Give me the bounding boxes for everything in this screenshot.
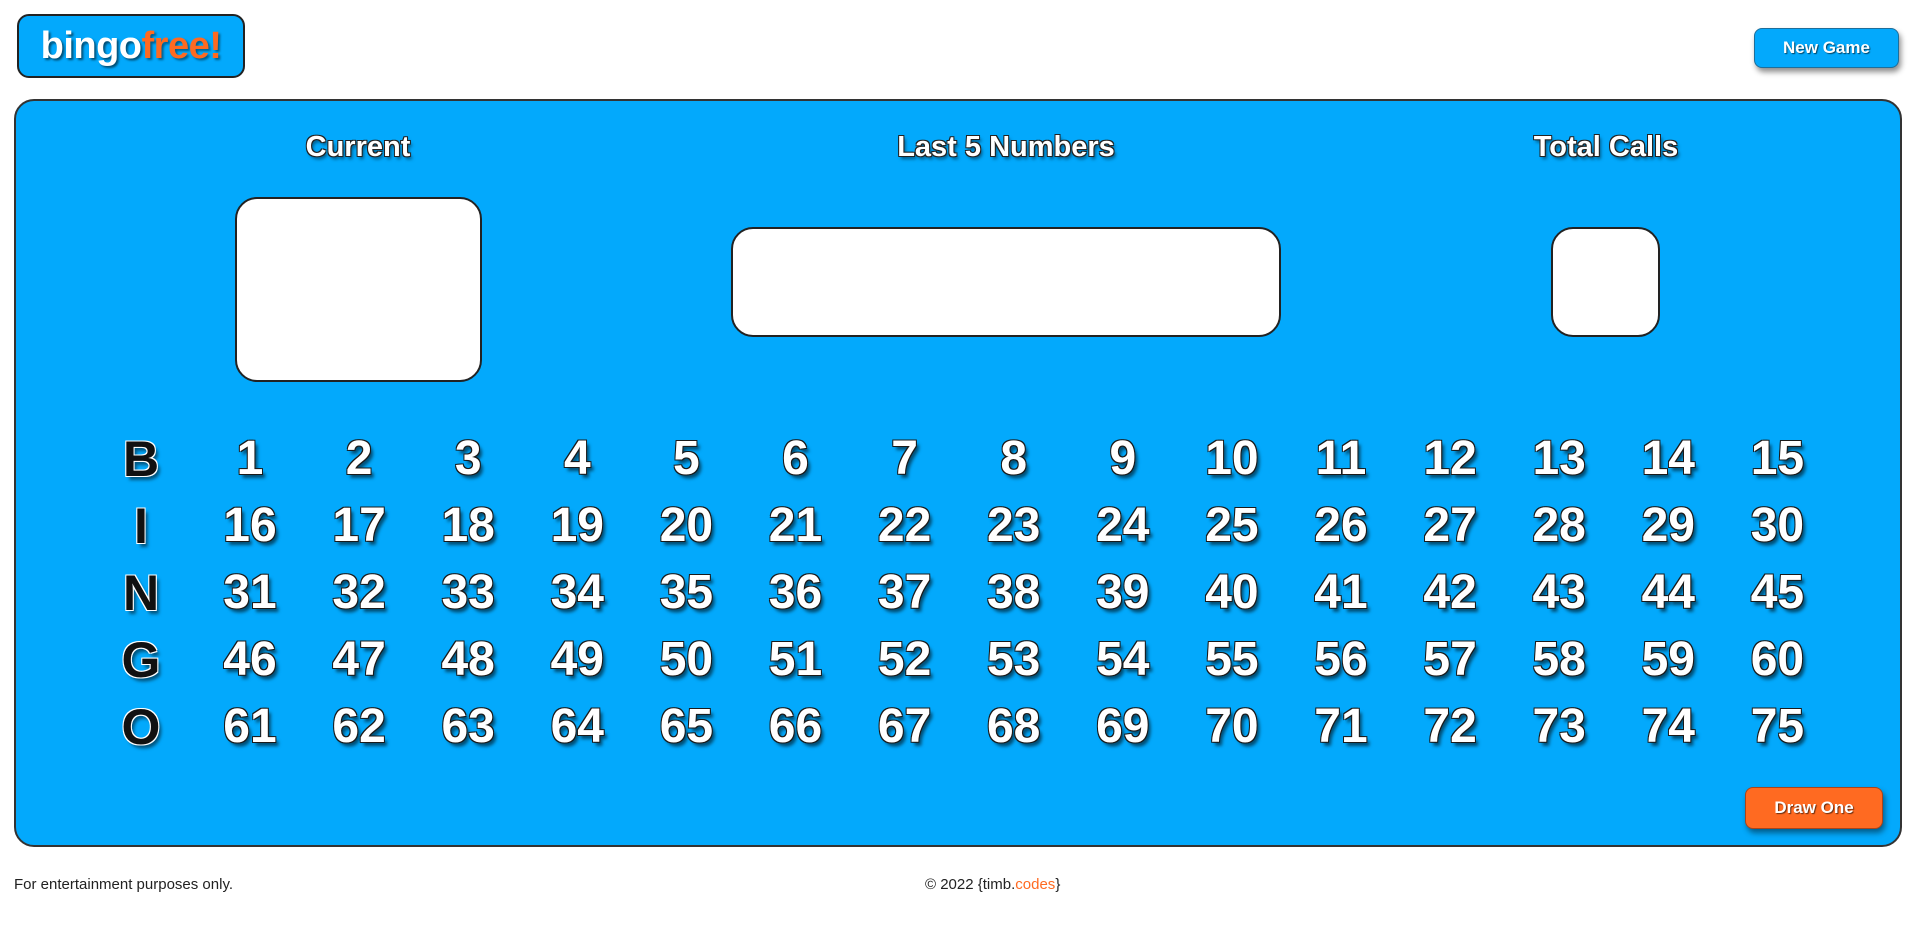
- number-cell[interactable]: 41: [1286, 569, 1396, 617]
- number-cell[interactable]: 36: [741, 569, 851, 617]
- number-cell[interactable]: 8: [959, 435, 1069, 483]
- row-letter-i: I: [134, 498, 148, 554]
- number-cell[interactable]: 6: [741, 435, 851, 483]
- number-cell[interactable]: 5: [631, 435, 741, 483]
- number-cell[interactable]: 25: [1177, 502, 1287, 550]
- number-cell[interactable]: 72: [1395, 703, 1505, 751]
- number-cell[interactable]: 64: [522, 703, 632, 751]
- number-cell[interactable]: 50: [631, 636, 741, 684]
- disclaimer-text: For entertainment purposes only.: [14, 876, 234, 893]
- number-cell[interactable]: 71: [1286, 703, 1396, 751]
- page: bingo free! New Game Current Last 5 Numbe…: [0, 0, 1917, 926]
- row-letter-n: N: [122, 565, 160, 621]
- number-cell[interactable]: 22: [850, 502, 960, 550]
- number-cell[interactable]: 17: [304, 502, 414, 550]
- number-cell[interactable]: 14: [1613, 435, 1723, 483]
- current-number-display: [235, 197, 482, 382]
- number-cell[interactable]: 67: [850, 703, 960, 751]
- number-cell[interactable]: 40: [1177, 569, 1287, 617]
- number-cell[interactable]: 20: [631, 502, 741, 550]
- number-cell[interactable]: 15: [1722, 435, 1832, 483]
- number-cell[interactable]: 31: [195, 569, 305, 617]
- number-cell[interactable]: 32: [304, 569, 414, 617]
- row-letter-b: B: [122, 431, 160, 487]
- number-cell[interactable]: 62: [304, 703, 414, 751]
- number-cell[interactable]: 42: [1395, 569, 1505, 617]
- draw-one-button[interactable]: Draw One: [1745, 787, 1883, 829]
- number-cell[interactable]: 9: [1068, 435, 1178, 483]
- number-cell[interactable]: 24: [1068, 502, 1178, 550]
- row-letter-g: G: [121, 632, 161, 688]
- number-cell[interactable]: 73: [1504, 703, 1614, 751]
- number-cell[interactable]: 54: [1068, 636, 1178, 684]
- copyright-suffix: }: [1055, 876, 1061, 893]
- copyright-text: © 2022 {timb.codes}: [925, 876, 1060, 893]
- number-cell[interactable]: 11: [1286, 435, 1396, 483]
- row-letter-o: O: [121, 699, 161, 755]
- number-cell[interactable]: 27: [1395, 502, 1505, 550]
- number-cell[interactable]: 1: [195, 435, 305, 483]
- number-cell[interactable]: 2: [304, 435, 414, 483]
- number-cell[interactable]: 38: [959, 569, 1069, 617]
- number-cell[interactable]: 18: [413, 502, 523, 550]
- number-cell[interactable]: 58: [1504, 636, 1614, 684]
- number-cell[interactable]: 7: [850, 435, 960, 483]
- number-cell[interactable]: 29: [1613, 502, 1723, 550]
- number-cell[interactable]: 34: [522, 569, 632, 617]
- number-cell[interactable]: 52: [850, 636, 960, 684]
- number-cell[interactable]: 39: [1068, 569, 1178, 617]
- number-cell[interactable]: 57: [1395, 636, 1505, 684]
- number-cell[interactable]: 46: [195, 636, 305, 684]
- copyright-prefix: © 2022 {timb.: [925, 876, 1016, 893]
- new-game-button[interactable]: New Game: [1754, 28, 1899, 68]
- number-cell[interactable]: 26: [1286, 502, 1396, 550]
- total-calls-display: [1551, 227, 1660, 337]
- number-cell[interactable]: 33: [413, 569, 523, 617]
- number-cell[interactable]: 75: [1722, 703, 1832, 751]
- number-cell[interactable]: 61: [195, 703, 305, 751]
- number-cell[interactable]: 56: [1286, 636, 1396, 684]
- number-cell[interactable]: 69: [1068, 703, 1178, 751]
- number-cell[interactable]: 3: [413, 435, 523, 483]
- logo-word-free: free!: [141, 24, 222, 67]
- number-cell[interactable]: 70: [1177, 703, 1287, 751]
- number-cell[interactable]: 12: [1395, 435, 1505, 483]
- number-cell[interactable]: 65: [631, 703, 741, 751]
- number-cell[interactable]: 19: [522, 502, 632, 550]
- number-cell[interactable]: 21: [741, 502, 851, 550]
- number-cell[interactable]: 30: [1722, 502, 1832, 550]
- last-five-numbers-display: [731, 227, 1281, 337]
- number-cell[interactable]: 59: [1613, 636, 1723, 684]
- number-cell[interactable]: 74: [1613, 703, 1723, 751]
- current-title: Current: [305, 131, 411, 163]
- number-cell[interactable]: 53: [959, 636, 1069, 684]
- number-cell[interactable]: 49: [522, 636, 632, 684]
- number-cell[interactable]: 60: [1722, 636, 1832, 684]
- number-cell[interactable]: 68: [959, 703, 1069, 751]
- number-cell[interactable]: 48: [413, 636, 523, 684]
- number-cell[interactable]: 63: [413, 703, 523, 751]
- copyright-link[interactable]: codes: [1015, 876, 1055, 893]
- number-cell[interactable]: 66: [741, 703, 851, 751]
- number-cell[interactable]: 47: [304, 636, 414, 684]
- logo[interactable]: bingo free!: [17, 14, 245, 78]
- number-cell[interactable]: 28: [1504, 502, 1614, 550]
- number-cell[interactable]: 35: [631, 569, 741, 617]
- number-cell[interactable]: 4: [522, 435, 632, 483]
- last-numbers-title: Last 5 Numbers: [897, 131, 1115, 163]
- number-cell[interactable]: 44: [1613, 569, 1723, 617]
- number-cell[interactable]: 51: [741, 636, 851, 684]
- number-cell[interactable]: 45: [1722, 569, 1832, 617]
- number-cell[interactable]: 43: [1504, 569, 1614, 617]
- number-cell[interactable]: 10: [1177, 435, 1287, 483]
- number-cell[interactable]: 37: [850, 569, 960, 617]
- number-cell[interactable]: 13: [1504, 435, 1614, 483]
- logo-word-bingo: bingo: [40, 24, 142, 67]
- number-cell[interactable]: 23: [959, 502, 1069, 550]
- total-calls-title: Total Calls: [1533, 131, 1679, 163]
- number-cell[interactable]: 55: [1177, 636, 1287, 684]
- number-cell[interactable]: 16: [195, 502, 305, 550]
